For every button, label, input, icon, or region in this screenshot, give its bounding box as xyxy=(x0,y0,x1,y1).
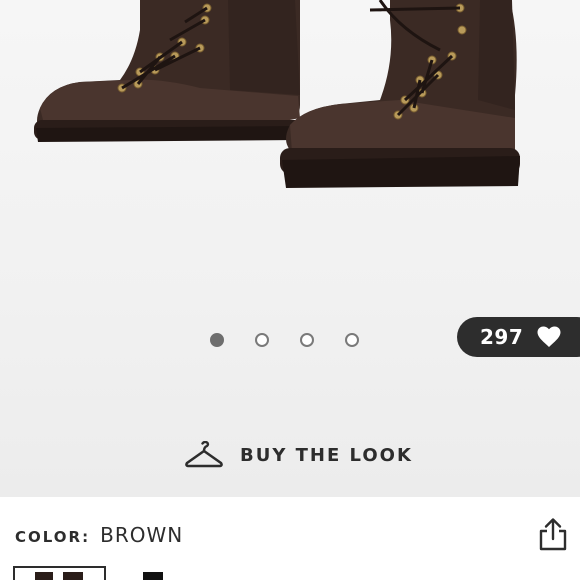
carousel-dots xyxy=(210,333,359,347)
swatch-black[interactable] xyxy=(121,566,193,580)
color-label: COLOR: xyxy=(15,528,91,546)
color-swatches xyxy=(13,566,213,580)
carousel-dot-1[interactable] xyxy=(210,333,224,347)
carousel-dot-4[interactable] xyxy=(345,333,359,347)
right-boot xyxy=(280,0,520,188)
product-image[interactable] xyxy=(0,0,580,230)
color-row: COLOR: BROWN xyxy=(15,523,183,547)
carousel-dot-3[interactable] xyxy=(300,333,314,347)
heart-icon xyxy=(537,326,561,347)
buy-the-look-label: BUY THE LOOK xyxy=(240,444,413,466)
swatch-brown-selected[interactable] xyxy=(13,566,106,580)
swatch-brown-thumbnail xyxy=(35,572,83,580)
swatch-black-thumbnail xyxy=(143,572,163,580)
like-button[interactable]: 297 xyxy=(457,317,580,357)
product-gallery[interactable]: 297 BUY THE LOOK xyxy=(0,0,580,497)
buy-the-look-button[interactable]: BUY THE LOOK xyxy=(185,440,413,470)
color-value: BROWN xyxy=(100,523,184,547)
share-icon[interactable] xyxy=(538,517,568,551)
left-boot xyxy=(34,0,304,142)
carousel-dot-2[interactable] xyxy=(255,333,269,347)
like-count: 297 xyxy=(480,325,524,349)
product-page: 297 BUY THE LOOK COLOR: BROWN xyxy=(0,0,580,580)
hanger-icon xyxy=(185,441,223,468)
